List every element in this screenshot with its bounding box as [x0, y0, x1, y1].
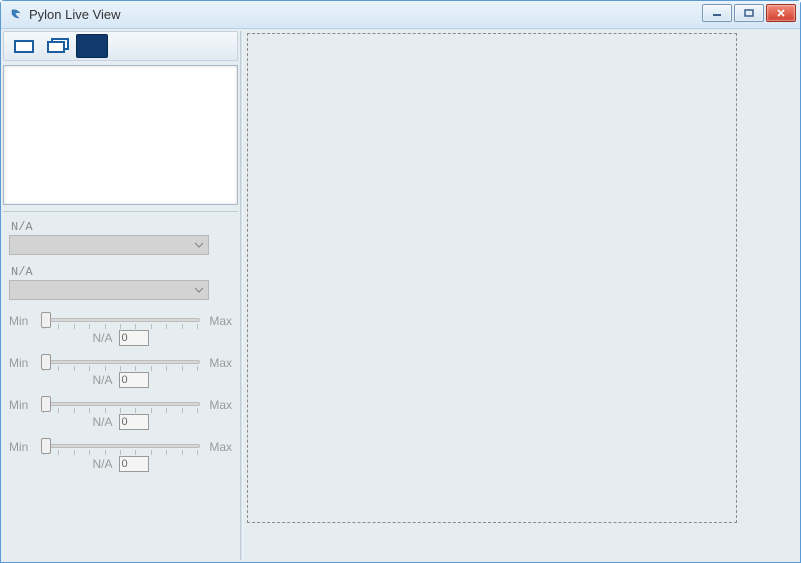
- slider-unit-label: N/A: [92, 373, 112, 387]
- sidebar: N/A N/A: [3, 31, 238, 560]
- image-frame[interactable]: [247, 33, 737, 523]
- slider-value-row: N/A 0: [9, 414, 232, 430]
- slider-value-row: N/A 0: [9, 372, 232, 388]
- slider-1[interactable]: [41, 352, 200, 374]
- slider-2[interactable]: [41, 394, 200, 416]
- slider-row: Min Max: [9, 352, 232, 374]
- client-area: N/A N/A: [1, 29, 800, 562]
- slider-block-2: Min Max N/A 0: [9, 394, 232, 430]
- slider-min-label: Min: [9, 314, 35, 328]
- slider-max-label: Max: [206, 398, 232, 412]
- app-window: Pylon Live View: [0, 0, 801, 563]
- combo-group-1: N/A: [9, 265, 232, 300]
- slider-max-label: Max: [206, 440, 232, 454]
- combo-label: N/A: [9, 265, 232, 279]
- chevron-down-icon: [194, 285, 204, 296]
- slider-thumb[interactable]: [41, 354, 51, 370]
- slider-value-input[interactable]: 0: [119, 456, 149, 472]
- view-mode-toolbar: [3, 31, 238, 61]
- combo-label: N/A: [9, 220, 232, 234]
- combo-select-1[interactable]: [9, 280, 209, 300]
- preview-thumbnail[interactable]: [3, 65, 238, 205]
- combo-select-0[interactable]: [9, 235, 209, 255]
- maximize-button[interactable]: [734, 4, 764, 22]
- splitter[interactable]: [240, 31, 243, 560]
- slider-row: Min Max: [9, 436, 232, 458]
- controls-panel: N/A N/A: [3, 211, 238, 560]
- multi-frame-button[interactable]: [42, 34, 74, 58]
- slider-value-input[interactable]: 0: [119, 414, 149, 430]
- main-view: [245, 31, 798, 560]
- slider-unit-label: N/A: [92, 415, 112, 429]
- chevron-down-icon: [194, 240, 204, 251]
- slider-block-0: Min Max N/A 0: [9, 310, 232, 346]
- window-title: Pylon Live View: [29, 7, 121, 22]
- slider-thumb[interactable]: [41, 438, 51, 454]
- slider-unit-label: N/A: [92, 331, 112, 345]
- slider-row: Min Max: [9, 310, 232, 332]
- slider-block-3: Min Max N/A 0: [9, 436, 232, 472]
- live-solid-button[interactable]: [76, 34, 108, 58]
- slider-min-label: Min: [9, 440, 35, 454]
- titlebar[interactable]: Pylon Live View: [1, 1, 800, 29]
- slider-value-row: N/A 0: [9, 456, 232, 472]
- slider-0[interactable]: [41, 310, 200, 332]
- slider-unit-label: N/A: [92, 457, 112, 471]
- single-frame-button[interactable]: [8, 34, 40, 58]
- app-icon: [9, 8, 23, 22]
- minimize-button[interactable]: [702, 4, 732, 22]
- slider-3[interactable]: [41, 436, 200, 458]
- slider-max-label: Max: [206, 356, 232, 370]
- window-controls: [702, 4, 796, 22]
- slider-value-input[interactable]: 0: [119, 372, 149, 388]
- slider-thumb[interactable]: [41, 312, 51, 328]
- slider-min-label: Min: [9, 398, 35, 412]
- slider-max-label: Max: [206, 314, 232, 328]
- close-button[interactable]: [766, 4, 796, 22]
- combo-group-0: N/A: [9, 220, 232, 255]
- slider-value-row: N/A 0: [9, 330, 232, 346]
- slider-value-input[interactable]: 0: [119, 330, 149, 346]
- slider-row: Min Max: [9, 394, 232, 416]
- slider-thumb[interactable]: [41, 396, 51, 412]
- slider-min-label: Min: [9, 356, 35, 370]
- slider-block-1: Min Max N/A 0: [9, 352, 232, 388]
